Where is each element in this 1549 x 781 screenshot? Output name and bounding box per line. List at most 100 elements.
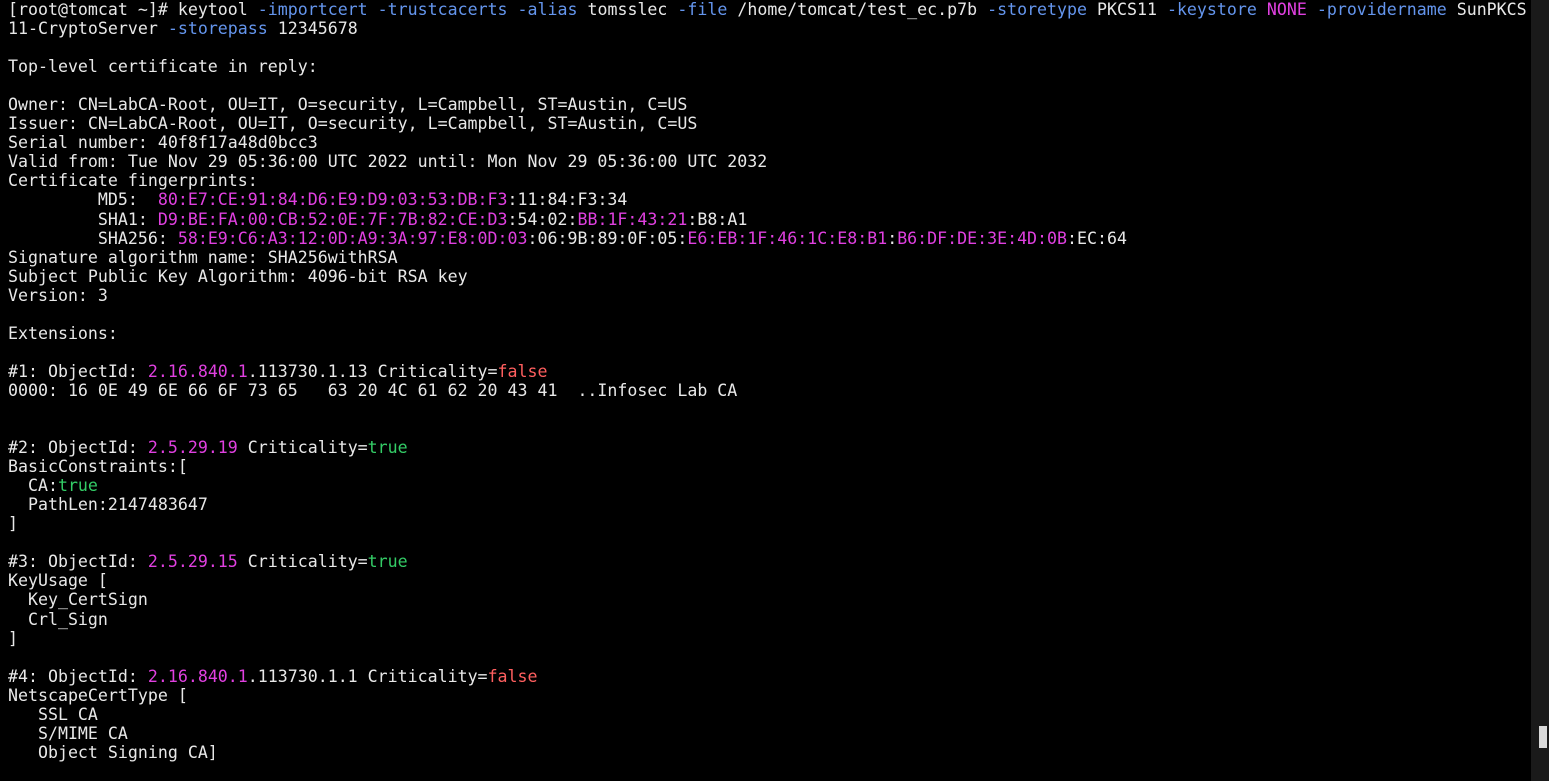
terminal-text: B6:DF:DE:3E:4D:0B	[897, 228, 1068, 248]
terminal-text: Signature algorithm name: SHA256withRSA	[8, 247, 398, 267]
terminal-text: BasicConstraints:[	[8, 457, 188, 477]
terminal-text: -providername	[1316, 0, 1447, 19]
terminal-line: NetscapeCertType [	[8, 686, 1531, 705]
terminal-text: :54:02:	[507, 209, 578, 229]
terminal-text: .113730.1.13 Criticality=	[247, 361, 498, 381]
terminal-line: MD5: 80:E7:CE:91:84:D6:E9:D9:03:53:DB:F3…	[8, 190, 1531, 209]
terminal-text: 11-CryptoServer	[8, 19, 168, 39]
terminal-text: 2.5.29.15	[147, 552, 238, 572]
terminal-text: Issuer: CN=LabCA-Root, OU=IT, O=security…	[8, 114, 698, 134]
terminal-text: #4: ObjectId:	[8, 666, 148, 686]
terminal-text: SHA1:	[8, 209, 158, 229]
terminal-text: Key_CertSign	[8, 590, 148, 610]
terminal-text: Certificate fingerprints:	[8, 171, 258, 191]
terminal-text: .113730.1.1 Criticality=	[247, 666, 488, 686]
terminal-line: Serial number: 40f8f17a48d0bcc3	[8, 133, 1531, 152]
terminal-text: -importcert	[257, 0, 368, 19]
terminal-line: Version: 3	[8, 286, 1531, 305]
terminal-line: Owner: CN=LabCA-Root, OU=IT, O=security,…	[8, 95, 1531, 114]
terminal-window[interactable]: [root@tomcat ~]# keytool -importcert -tr…	[0, 0, 1531, 781]
terminal-line: 0000: 16 0E 49 6E 66 6F 73 65 63 20 4C 6…	[8, 381, 1531, 400]
terminal-text: :06:9B:89:0F:05:	[527, 228, 688, 248]
terminal-line: Valid from: Tue Nov 29 05:36:00 UTC 2022…	[8, 152, 1531, 171]
terminal-line: #2: ObjectId: 2.5.29.19 Criticality=true	[8, 438, 1531, 457]
terminal-line: Issuer: CN=LabCA-Root, OU=IT, O=security…	[8, 114, 1531, 133]
terminal-line: BasicConstraints:[	[8, 457, 1531, 476]
terminal-text: 58:E9:C6:A3:12:0D:A9:3A:97:E8:0D:03	[177, 228, 528, 248]
terminal-text: 12345678	[267, 19, 358, 39]
terminal-text: D9:BE:FA:00:CB:52:0E:7F:7B:82:CE:D3	[157, 209, 508, 229]
terminal-line: Extensions:	[8, 324, 1531, 343]
terminal-text: -storetype	[987, 0, 1088, 19]
terminal-text: [root@tomcat ~]# keytool	[8, 0, 258, 19]
terminal-text: 2.5.29.19	[147, 438, 238, 458]
terminal-line: Top-level certificate in reply:	[8, 57, 1531, 76]
terminal-text: KeyUsage [	[8, 571, 108, 591]
terminal-text: :B8:A1	[687, 209, 748, 229]
terminal-line: SHA256: 58:E9:C6:A3:12:0D:A9:3A:97:E8:0D…	[8, 229, 1531, 248]
terminal-text: CA:	[8, 476, 58, 496]
terminal-line: KeyUsage [	[8, 571, 1531, 590]
terminal-text: :EC:64	[1067, 228, 1127, 248]
terminal-line: ]	[8, 629, 1531, 648]
terminal-line: ]	[8, 514, 1531, 533]
terminal-text: #2: ObjectId:	[8, 438, 148, 458]
terminal-text: Subject Public Key Algorithm: 4096-bit R…	[8, 266, 468, 286]
terminal-text: 2.16.840.1	[147, 666, 248, 686]
terminal-text: Version: 3	[8, 285, 108, 305]
terminal-line: #1: ObjectId: 2.16.840.1.113730.1.13 Cri…	[8, 362, 1531, 381]
terminal-text: S/MIME CA	[8, 723, 128, 743]
terminal-text: true	[57, 476, 98, 496]
terminal-line: SHA1: D9:BE:FA:00:CB:52:0E:7F:7B:82:CE:D…	[8, 210, 1531, 229]
terminal-line: Object Signing CA]	[8, 743, 1531, 762]
terminal-text: -trustcacerts	[377, 0, 508, 19]
terminal-text: 2.16.840.1	[147, 361, 248, 381]
terminal-text: Criticality=	[237, 552, 368, 572]
terminal-text: NetscapeCertType [	[8, 685, 188, 705]
terminal-text: -keystore	[1166, 0, 1257, 19]
terminal-line: Subject Public Key Algorithm: 4096-bit R…	[8, 267, 1531, 286]
terminal-text: true	[367, 552, 408, 572]
terminal-text: NONE	[1266, 0, 1307, 19]
terminal-text: -file	[677, 0, 728, 19]
terminal-text: Serial number: 40f8f17a48d0bcc3	[8, 133, 318, 153]
terminal-line: CA:true	[8, 476, 1531, 495]
terminal-output[interactable]: [root@tomcat ~]# keytool -importcert -tr…	[0, 0, 1531, 762]
terminal-text: :	[887, 228, 898, 248]
terminal-line: PathLen:2147483647	[8, 495, 1531, 514]
terminal-text: SHA256:	[8, 228, 178, 248]
terminal-line: [root@tomcat ~]# keytool -importcert -tr…	[8, 0, 1531, 19]
terminal-text: PathLen:2147483647	[8, 495, 208, 515]
terminal-text: PKCS11	[1087, 0, 1167, 19]
terminal-text: E6:EB:1F:46:1C:E8:B1	[687, 228, 888, 248]
terminal-line: Crl_Sign	[8, 610, 1531, 629]
terminal-text: ]	[8, 514, 18, 534]
terminal-line: Certificate fingerprints:	[8, 171, 1531, 190]
terminal-text: #3: ObjectId:	[8, 552, 148, 572]
terminal-text: true	[367, 438, 408, 458]
terminal-line: Key_CertSign	[8, 590, 1531, 609]
scrollbar-thumb[interactable]	[1539, 726, 1547, 748]
terminal-text: ]	[8, 628, 18, 648]
terminal-text: tomsslec	[577, 0, 678, 19]
terminal-text: false	[497, 361, 548, 381]
terminal-line: #3: ObjectId: 2.5.29.15 Criticality=true	[8, 552, 1531, 571]
terminal-text: SSL CA	[8, 704, 98, 724]
terminal-text: -alias	[517, 0, 578, 19]
terminal-line: #4: ObjectId: 2.16.840.1.113730.1.1 Crit…	[8, 667, 1531, 686]
terminal-line: S/MIME CA	[8, 724, 1531, 743]
terminal-line: Signature algorithm name: SHA256withRSA	[8, 248, 1531, 267]
terminal-text: #1: ObjectId:	[8, 361, 148, 381]
vertical-scrollbar[interactable]	[1531, 0, 1549, 781]
terminal-text: Object Signing CA]	[8, 742, 218, 762]
terminal-text: /home/tomcat/test_ec.p7b	[727, 0, 988, 19]
terminal-text: Criticality=	[237, 438, 368, 458]
terminal-line: SSL CA	[8, 705, 1531, 724]
